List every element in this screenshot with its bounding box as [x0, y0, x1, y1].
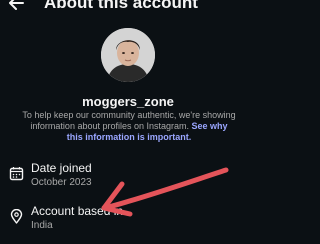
- top-bar: About this account: [0, 0, 256, 18]
- about-account-screen: About this account moggers_zone To help …: [0, 0, 256, 244]
- info-text: To help keep our community authentic, we…: [22, 110, 236, 143]
- account-based-row: Account based in India: [0, 203, 256, 237]
- username: moggers_zone: [82, 94, 174, 109]
- avatar: [101, 28, 155, 82]
- page-title: About this account: [44, 0, 198, 12]
- date-joined-value: October 2023: [31, 177, 92, 188]
- arrow-left-icon[interactable]: [7, 0, 25, 12]
- calendar-icon: [9, 167, 24, 181]
- date-joined-label: Date joined: [31, 161, 92, 175]
- profile-avatar-icon: [101, 28, 155, 82]
- account-based-value: India: [31, 220, 53, 231]
- account-based-label: Account based in: [31, 204, 124, 218]
- date-joined-row: Date joined October 2023: [0, 160, 256, 194]
- location-pin-icon: [10, 209, 23, 224]
